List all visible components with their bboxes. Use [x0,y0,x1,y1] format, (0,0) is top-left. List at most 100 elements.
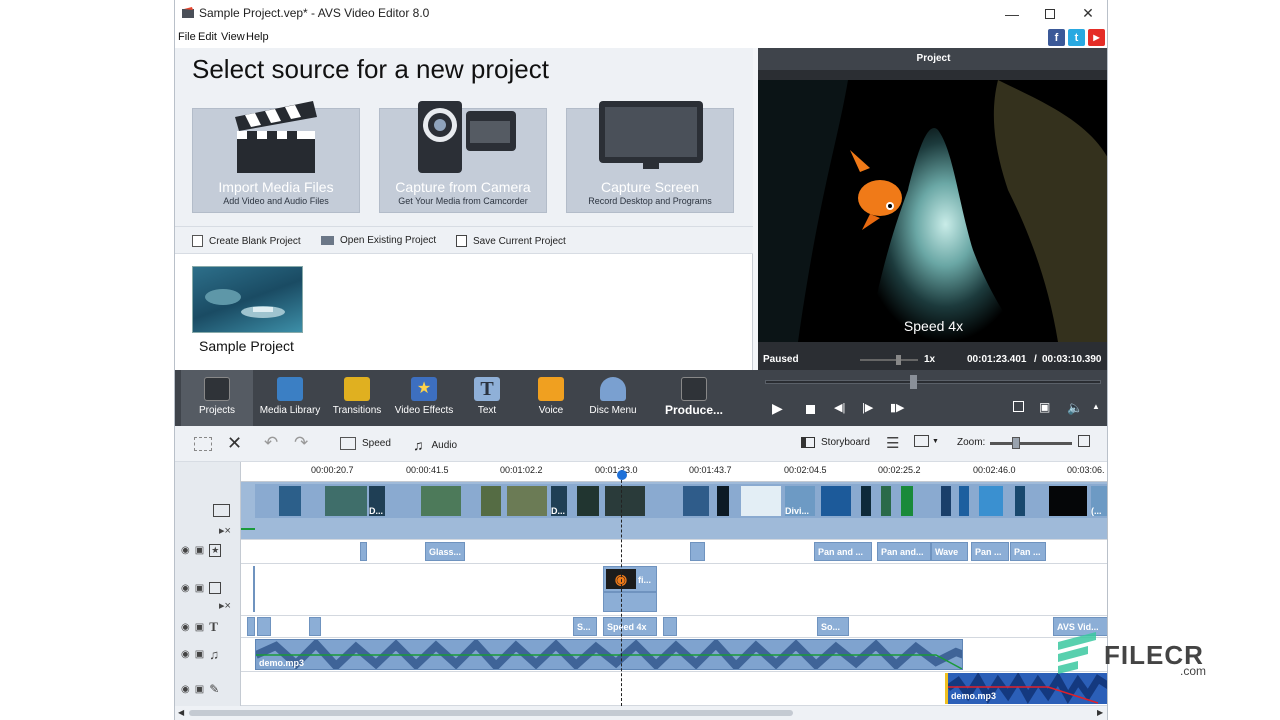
delete-button[interactable]: ✕ [227,433,242,454]
effect-clip[interactable]: Wave [931,542,968,561]
audio-button[interactable]: ♫ Audio [413,437,457,453]
display-mode-button[interactable]: ▼ [914,435,939,447]
effect-clip[interactable]: Pan ... [971,542,1009,561]
video-clip[interactable] [959,486,969,516]
facebook-icon[interactable]: f [1048,29,1065,46]
playhead-knob[interactable] [617,470,627,480]
open-existing-project-button[interactable]: Open Existing Project [321,235,436,246]
next-frame-button[interactable]: |▶ [862,401,873,414]
minimize-button[interactable]: — [993,0,1031,27]
capture-screen-card[interactable]: Capture Screen Record Desktop and Progra… [566,101,734,213]
play-button[interactable]: ▶ [772,400,783,417]
effect-clip[interactable]: Glass... [425,542,465,561]
text-clip[interactable] [309,617,321,636]
create-blank-project-button[interactable]: Create Blank Project [192,235,301,247]
effect-clip[interactable]: Pan and... [877,542,931,561]
tool-voice[interactable]: Voice [523,370,579,426]
scroll-left-icon[interactable]: ◀ [178,708,184,717]
video-clip[interactable]: (... [1091,486,1107,516]
video-clip[interactable] [421,486,461,516]
timeline-scrollbar[interactable]: ◀ ▶ [175,706,1107,720]
tool-transitions[interactable]: Transitions [325,370,389,426]
effect-clip[interactable]: Pan and ... [814,542,872,561]
timeline-ruler[interactable]: 00:00:20.7 00:00:41.5 00:01:02.2 00:01:2… [241,462,1107,482]
lock-icon[interactable]: ▣ [195,684,204,695]
tool-media-library[interactable]: Media Library [255,370,325,426]
close-button[interactable]: ✕ [1069,0,1107,27]
video-clip[interactable] [1049,486,1087,516]
capture-camera-card[interactable]: Capture from Camera Get Your Media from … [379,101,547,213]
recent-project-thumbnail[interactable] [192,266,303,333]
playhead[interactable] [617,470,627,706]
audio-mixer-button[interactable]: ☰ [886,434,899,452]
video-clip[interactable] [717,486,729,516]
volume-dropdown[interactable]: ▲ [1092,402,1100,411]
split-button[interactable] [194,437,212,451]
stop-button[interactable] [806,402,815,417]
menu-view[interactable]: View [221,31,245,43]
tool-projects[interactable]: Projects [181,370,253,426]
text-clip[interactable] [247,617,255,636]
maximize-button[interactable] [1031,0,1069,27]
tool-disc-menu[interactable]: Disc Menu [583,370,643,426]
video-clip[interactable] [683,486,709,516]
previous-frame-button[interactable]: ◀| [834,401,845,414]
mute-overlay-icon[interactable]: ▸× [219,599,231,612]
fullscreen-button[interactable] [1013,401,1024,415]
video-clip[interactable]: Divi... [785,486,815,516]
storyboard-button[interactable]: Storyboard [801,437,870,448]
eye-icon[interactable]: ◉ [181,622,190,633]
tool-video-effects[interactable]: ★ Video Effects [389,370,459,426]
text-clip[interactable]: S... [573,617,597,636]
lock-icon[interactable]: ▣ [195,545,204,556]
scroll-thumb[interactable] [189,710,793,716]
video-clip[interactable] [577,486,599,516]
video-clip[interactable] [861,486,871,516]
video-preview[interactable] [758,80,1107,342]
eye-icon[interactable]: ◉ [181,649,190,660]
lock-icon[interactable]: ▣ [195,583,204,594]
twitter-icon[interactable]: t [1068,29,1085,46]
menu-edit[interactable]: Edit [198,31,217,43]
save-current-project-button[interactable]: Save Current Project [456,235,566,247]
video-clip[interactable] [979,486,1003,516]
playback-speed-slider[interactable] [860,355,918,365]
video-clip[interactable] [605,486,645,516]
overlay-clip[interactable]: ◉ fi... [603,566,657,592]
effect-clip[interactable] [690,542,705,561]
speed-button[interactable]: Speed [340,437,391,450]
seek-handle[interactable] [910,375,917,389]
video-clip[interactable] [901,486,913,516]
menu-help[interactable]: Help [246,31,269,43]
text-clip[interactable]: Speed 4x [603,617,657,636]
mute-video-icon[interactable]: ▸× [219,524,231,537]
undo-button[interactable]: ↶ [264,433,278,453]
video-clip[interactable] [279,486,301,516]
music-clip[interactable]: demo.mp3 [255,639,963,670]
seek-bar[interactable] [765,375,1101,389]
video-clip[interactable]: D... [369,486,385,516]
eye-icon[interactable]: ◉ [181,545,190,556]
video-clip[interactable] [941,486,951,516]
tool-produce[interactable]: Produce... [661,370,727,426]
recent-project-label[interactable]: Sample Project [199,338,294,354]
zoom-fit-button[interactable] [1078,435,1090,447]
lock-icon[interactable]: ▣ [195,649,204,660]
scroll-right-icon[interactable]: ▶ [1097,708,1103,717]
text-clip[interactable] [257,617,271,636]
tool-text[interactable]: T Text [459,370,515,426]
video-clip[interactable] [507,486,547,516]
video-clip[interactable] [821,486,851,516]
eye-icon[interactable]: ◉ [181,684,190,695]
video-clip[interactable] [481,486,501,516]
frame-by-frame-button[interactable]: ▮▶ [890,401,905,414]
video-clip[interactable]: D... [551,486,567,516]
redo-button[interactable]: ↷ [294,433,308,453]
effect-clip[interactable]: Pan ... [1010,542,1046,561]
eye-icon[interactable]: ◉ [181,583,190,594]
video-clip[interactable] [1015,486,1025,516]
text-clip[interactable]: So... [817,617,849,636]
video-clip[interactable] [741,486,781,516]
text-clip[interactable] [663,617,677,636]
import-media-card[interactable]: Import Media Files Add Video and Audio F… [192,101,360,213]
